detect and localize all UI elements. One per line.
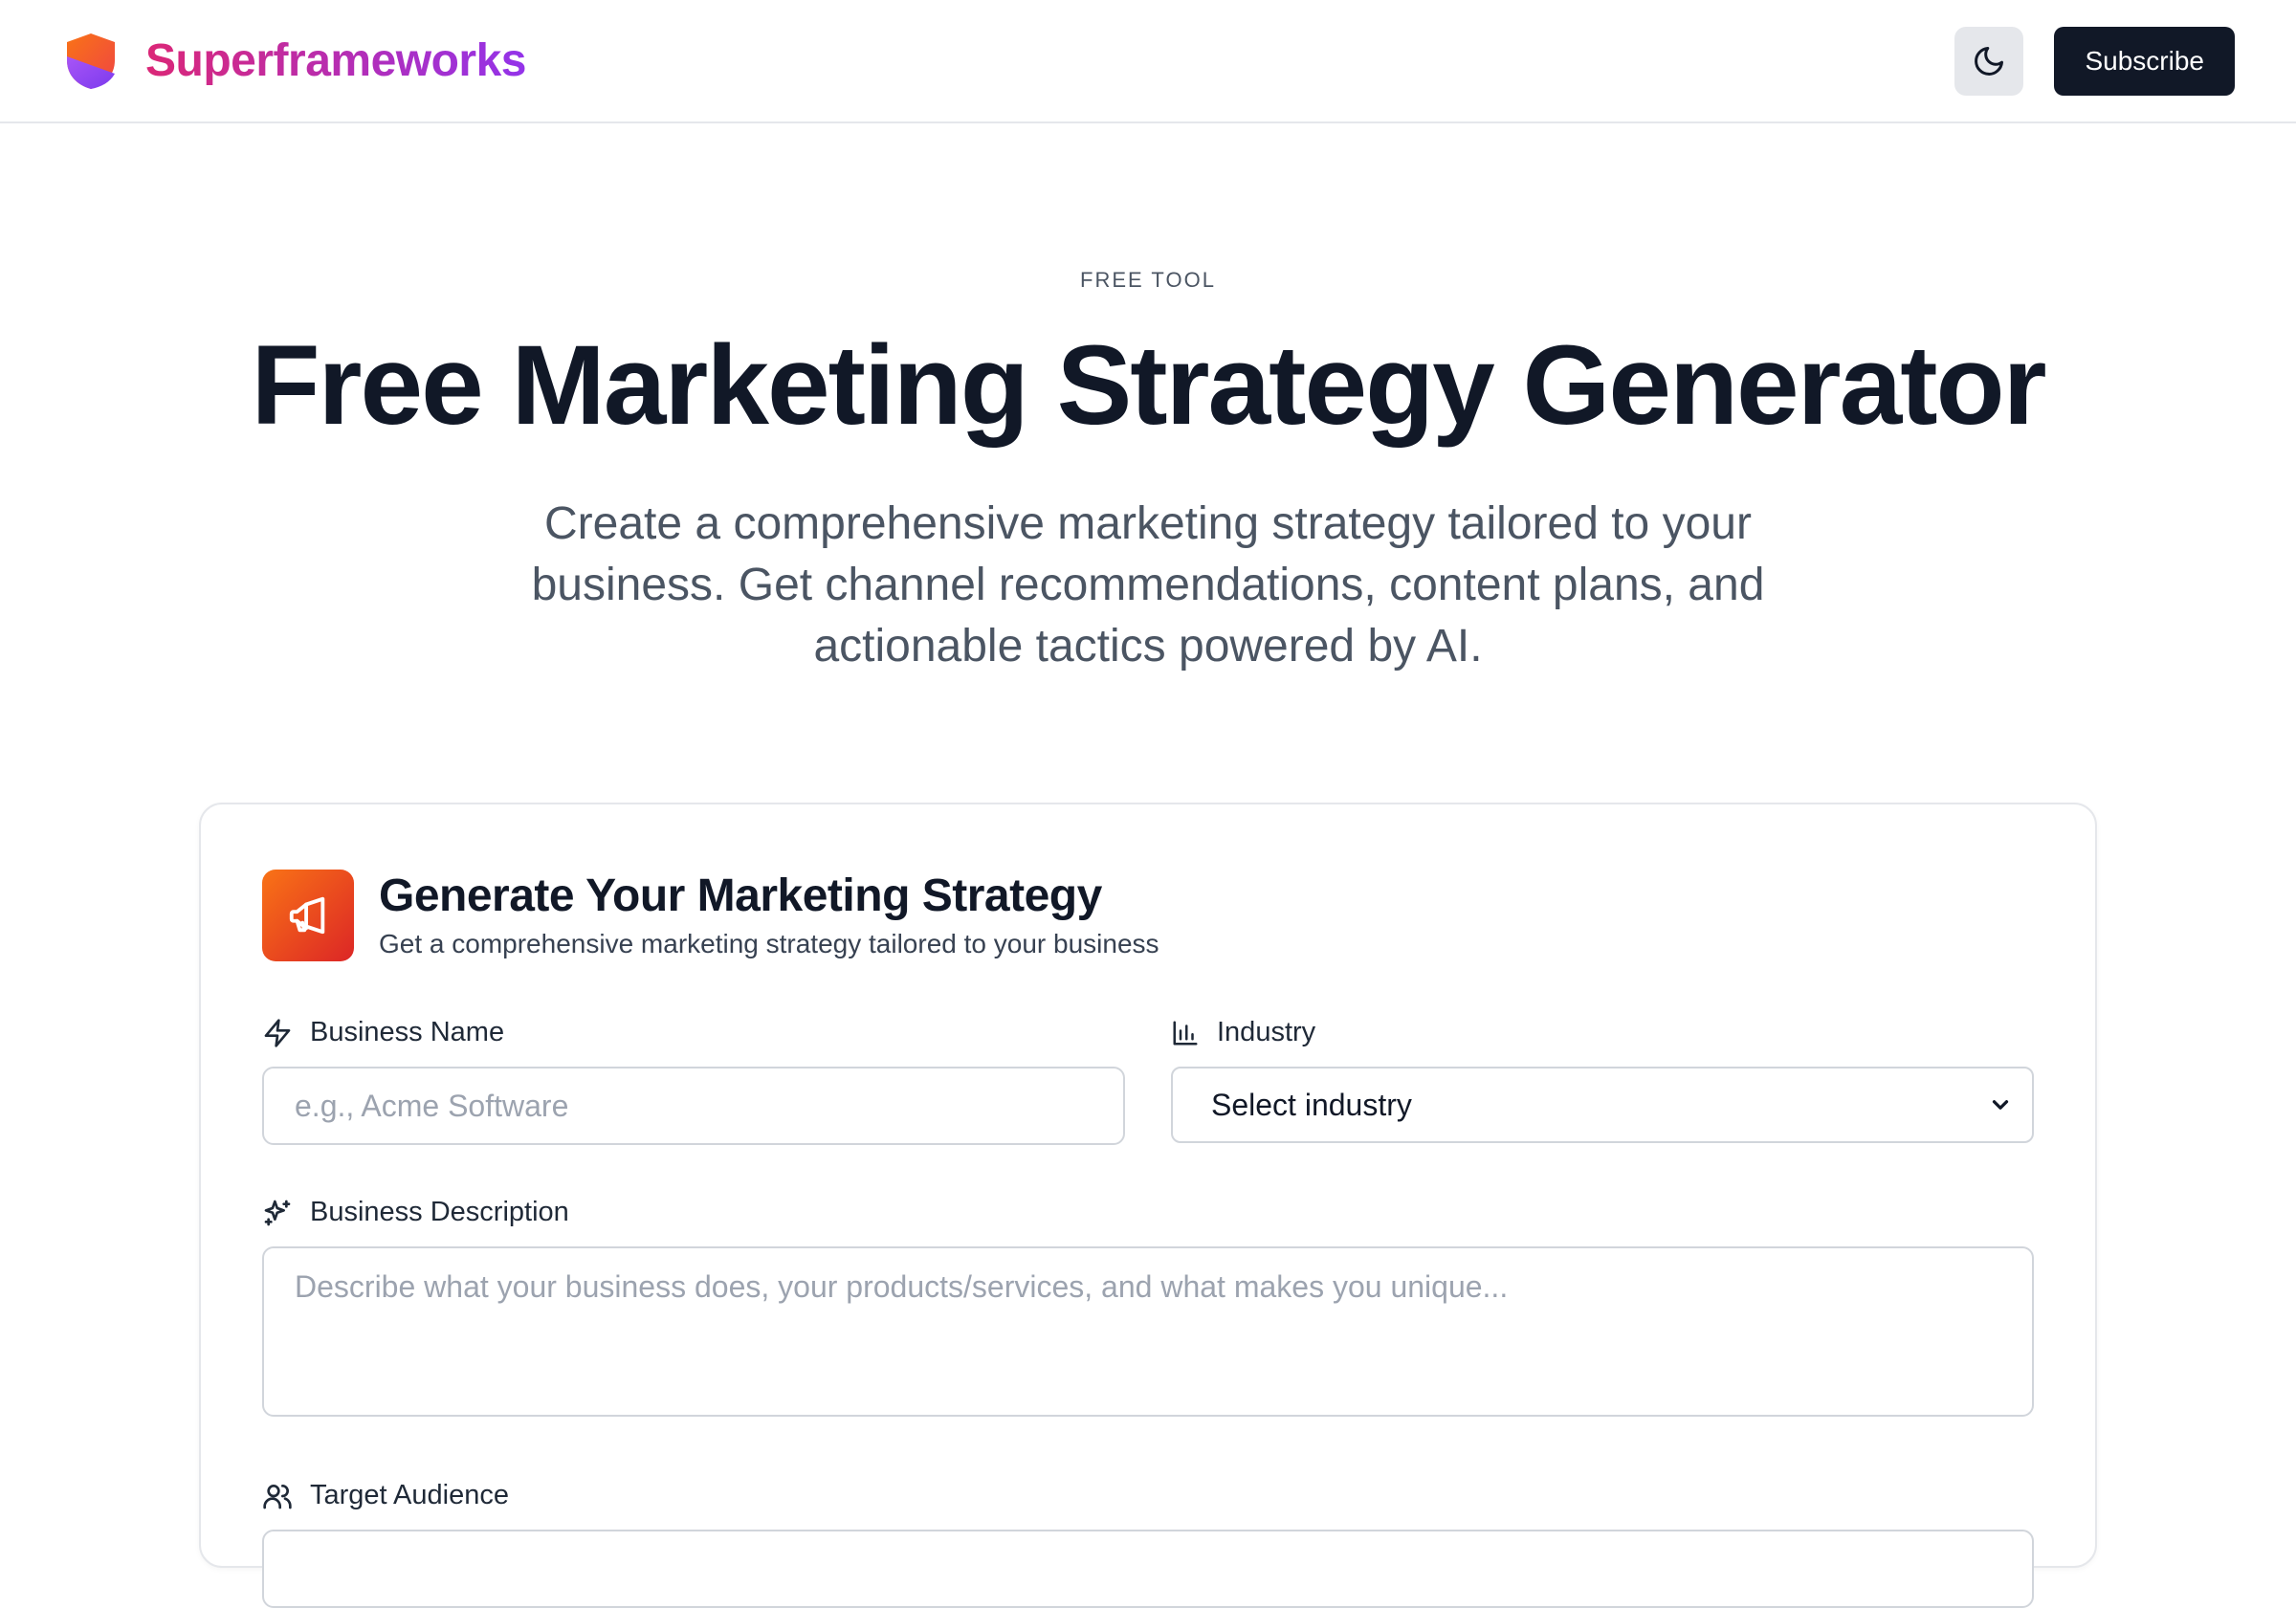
industry-selected-value: Select industry bbox=[1211, 1087, 1412, 1122]
brand-link[interactable]: Superframeworks bbox=[63, 32, 527, 91]
subscribe-button[interactable]: Subscribe bbox=[2054, 26, 2235, 96]
page-title: Free Marketing Strategy Generator bbox=[251, 322, 2046, 449]
eyebrow-label: FREE TOOL bbox=[1080, 268, 1216, 292]
megaphone-icon bbox=[262, 870, 354, 961]
industry-label-text: Industry bbox=[1217, 1017, 1316, 1047]
bar-chart-icon bbox=[1173, 1021, 1198, 1045]
header-actions: Subscribe bbox=[1954, 26, 2235, 96]
industry-select[interactable]: Select industry bbox=[1171, 1067, 2034, 1143]
page-subtitle: Create a comprehensive marketing strateg… bbox=[531, 497, 1765, 672]
target-audience-label: Target Audience bbox=[262, 1480, 509, 1511]
moon-icon bbox=[1975, 46, 2004, 76]
card-title: Generate Your Marketing Strategy bbox=[379, 870, 1102, 921]
business-name-input[interactable] bbox=[262, 1067, 1125, 1145]
card-heading-group: Generate Your Marketing Strategy Get a c… bbox=[379, 870, 1159, 959]
business-name-label-text: Business Name bbox=[310, 1017, 505, 1047]
brand-name: Superframeworks bbox=[145, 35, 527, 86]
card-header: Generate Your Marketing Strategy Get a c… bbox=[262, 870, 1159, 961]
lightning-icon bbox=[264, 1018, 291, 1047]
target-audience-input[interactable] bbox=[262, 1530, 2034, 1608]
users-icon bbox=[263, 1484, 292, 1509]
business-name-label: Business Name bbox=[262, 1017, 504, 1048]
chevron-down-icon bbox=[1992, 1100, 2009, 1110]
hero-section: FREE TOOL Free Marketing Strategy Genera… bbox=[0, 268, 2296, 677]
sparkles-icon bbox=[264, 1200, 291, 1225]
business-description-label-text: Business Description bbox=[310, 1197, 569, 1227]
shield-logo-icon bbox=[67, 33, 115, 89]
target-audience-label-text: Target Audience bbox=[310, 1480, 509, 1510]
site-header: Superframeworks Subscribe bbox=[0, 0, 2296, 123]
business-description-textarea[interactable] bbox=[262, 1246, 2034, 1417]
strategy-form-card: Generate Your Marketing Strategy Get a c… bbox=[199, 803, 2097, 1608]
card-subtitle: Get a comprehensive marketing strategy t… bbox=[379, 929, 1159, 958]
industry-label: Industry bbox=[1171, 1017, 1315, 1048]
theme-toggle-button[interactable] bbox=[1954, 26, 2024, 96]
business-description-label: Business Description bbox=[262, 1197, 569, 1228]
